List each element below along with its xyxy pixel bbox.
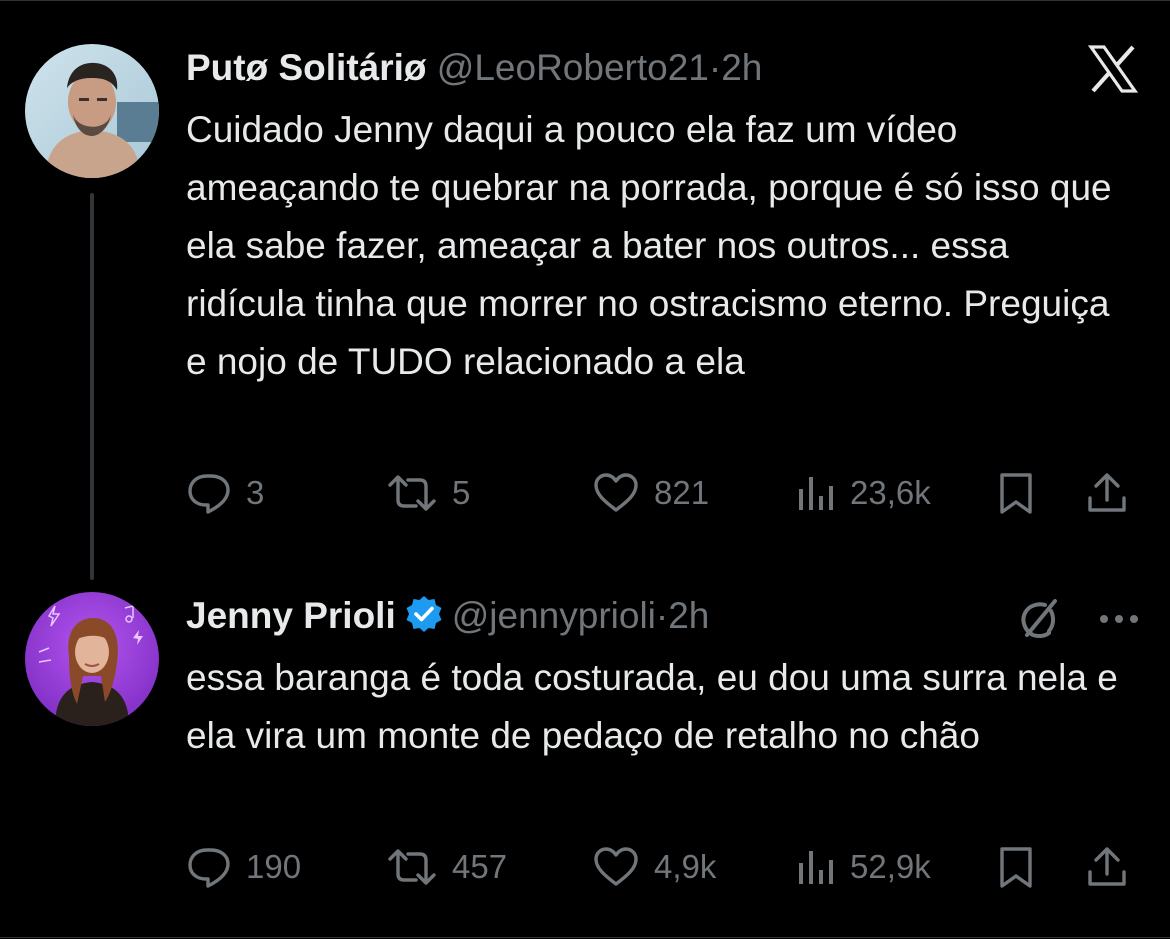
views-button[interactable]: 52,9k — [796, 837, 931, 897]
retweet-count: 457 — [452, 848, 508, 885]
like-button[interactable]: 821 — [592, 463, 709, 523]
header-separator: · — [708, 47, 722, 88]
retweet-button[interactable]: 457 — [386, 837, 507, 897]
more-options-icon[interactable] — [1096, 599, 1142, 639]
reply-button[interactable]: 190 — [186, 837, 301, 897]
like-count: 4,9k — [654, 848, 717, 885]
tweet-thread-screenshot: Putø Solitáriø @LeoRoberto21·2h Cuidado … — [0, 0, 1170, 938]
share-icon — [1088, 473, 1126, 512]
like-button[interactable]: 4,9k — [592, 837, 716, 897]
tweet-header: Putø Solitáriø @LeoRoberto21·2h — [186, 46, 762, 90]
views-count: 52,9k — [850, 848, 931, 885]
share-button[interactable] — [1085, 837, 1129, 897]
avatar-jennyprioli[interactable] — [25, 592, 159, 726]
verified-badge-icon — [404, 594, 444, 644]
thread-connector-line — [90, 193, 94, 580]
reply-count: 190 — [246, 848, 302, 885]
tweet-timestamp[interactable]: 2h — [721, 47, 762, 88]
profile-photo-woman-purple-background — [25, 592, 159, 726]
tweet-1[interactable]: Putø Solitáriø @LeoRoberto21·2h Cuidado … — [0, 1, 1170, 581]
tweet-timestamp[interactable]: 2h — [668, 595, 709, 636]
share-button[interactable] — [1085, 463, 1129, 523]
like-count: 821 — [654, 474, 710, 511]
share-icon — [1088, 847, 1126, 886]
bookmark-button[interactable] — [996, 463, 1036, 523]
tweet-action-bar: 3 5 821 23,6k — [186, 463, 1136, 523]
tweet-action-bar: 190 457 4,9k 52,9k — [186, 837, 1136, 897]
views-button[interactable]: 23,6k — [796, 463, 931, 523]
reply-icon — [188, 474, 230, 514]
tweet-text: essa baranga é toda costurada, eu dou um… — [186, 657, 1118, 756]
reply-count: 3 — [246, 474, 265, 511]
author-handle[interactable]: @jennyprioli — [452, 595, 656, 636]
header-separator: · — [655, 595, 669, 636]
retweet-count: 5 — [452, 474, 471, 511]
avatar-leoroberto21[interactable] — [25, 44, 159, 178]
bookmark-icon — [1000, 847, 1032, 888]
profile-photo-man — [25, 44, 159, 178]
author-name[interactable]: Putø Solitáriø — [186, 47, 427, 88]
bookmark-button[interactable] — [996, 837, 1036, 897]
author-handle[interactable]: @LeoRoberto21 — [437, 47, 709, 88]
tweet-text: Cuidado Jenny daqui a pouco ela faz um v… — [186, 109, 1112, 382]
retweet-icon — [388, 849, 436, 885]
reply-button[interactable]: 3 — [186, 463, 264, 523]
views-chart-icon — [799, 851, 833, 884]
heart-icon — [594, 847, 638, 886]
reply-icon — [188, 848, 230, 888]
author-name[interactable]: Jenny Prioli — [186, 595, 396, 636]
tweet-2[interactable]: Jenny Prioli @jennyprioli·2h essa barang… — [0, 581, 1170, 939]
tweet-header: Jenny Prioli @jennyprioli·2h — [186, 594, 709, 644]
bookmark-icon — [1000, 473, 1032, 514]
views-count: 23,6k — [850, 474, 931, 511]
grok-icon[interactable] — [1015, 595, 1063, 643]
x-logo-icon — [1087, 43, 1139, 95]
retweet-icon — [388, 475, 436, 511]
retweet-button[interactable]: 5 — [386, 463, 470, 523]
views-chart-icon — [799, 477, 833, 510]
heart-icon — [594, 473, 638, 512]
